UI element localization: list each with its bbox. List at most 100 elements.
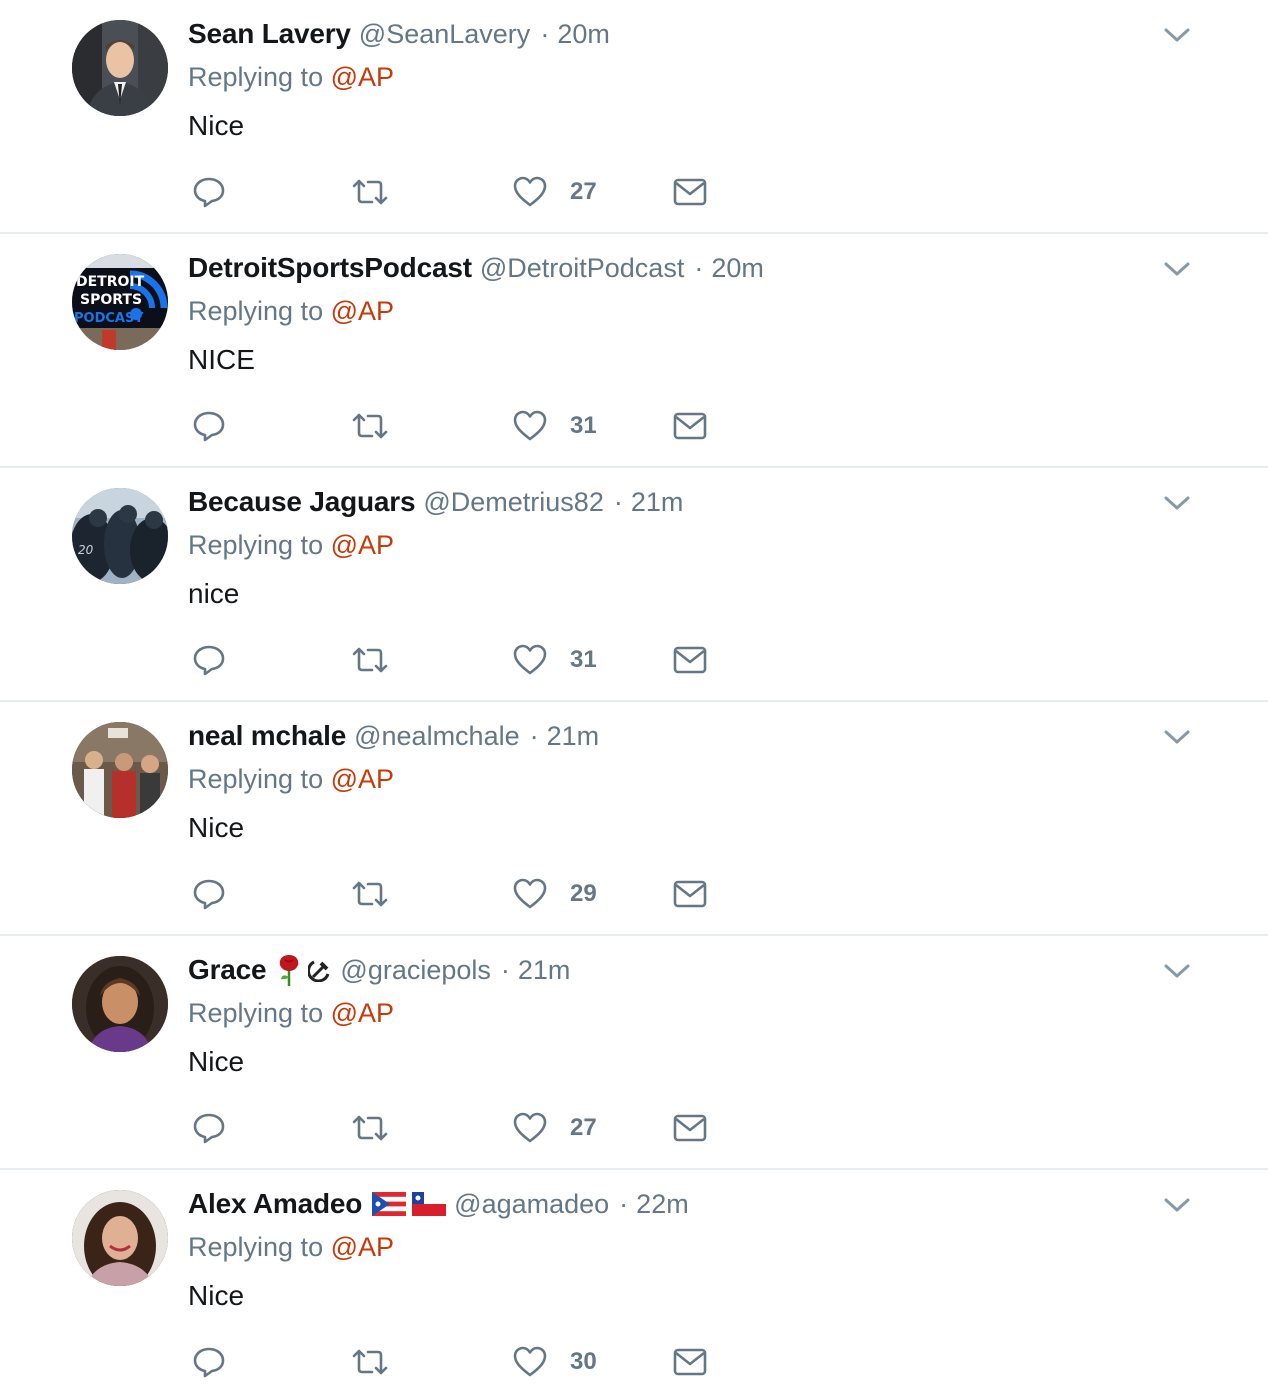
- reply-context: Replying to @AP: [188, 998, 394, 1029]
- reply-icon: [193, 1347, 225, 1378]
- reply-mention-link[interactable]: @AP: [331, 62, 394, 92]
- avatar[interactable]: 20: [72, 488, 168, 584]
- username[interactable]: @nealmchale: [354, 721, 520, 752]
- chevron-down-icon[interactable]: [1160, 488, 1194, 518]
- retweet-icon: [352, 881, 388, 907]
- rose-emoji: [276, 953, 302, 987]
- like-count: 27: [570, 178, 597, 205]
- retweet-icon: [352, 1115, 388, 1141]
- display-name[interactable]: DetroitSportsPodcast: [188, 252, 472, 284]
- reply-prefix: Replying to: [188, 998, 324, 1028]
- chevron-down-icon[interactable]: [1160, 1190, 1194, 1220]
- reply-button[interactable]: [192, 1342, 226, 1382]
- display-name[interactable]: Alex Amadeo: [188, 1188, 362, 1220]
- retweet-button[interactable]: [350, 874, 390, 914]
- direct-message-button[interactable]: [672, 1108, 708, 1148]
- timestamp[interactable]: 22m: [636, 1189, 689, 1220]
- tweet-actions: 27: [188, 1108, 748, 1148]
- hammer-sickle-emoji: [308, 958, 332, 982]
- separator-dot: ·: [529, 720, 539, 751]
- retweet-button[interactable]: [350, 1342, 390, 1382]
- reply-button[interactable]: [192, 640, 226, 680]
- reply-button[interactable]: [192, 874, 226, 914]
- tweet[interactable]: Alex Amadeo @agamadeo · 22m Replying to …: [0, 1170, 1268, 1392]
- reply-mention-link[interactable]: @AP: [331, 998, 394, 1028]
- reply-icon: [193, 1113, 225, 1144]
- reply-button[interactable]: [192, 406, 226, 446]
- reply-prefix: Replying to: [188, 296, 324, 326]
- timestamp[interactable]: 21m: [518, 955, 571, 986]
- timestamp[interactable]: 20m: [557, 19, 610, 50]
- reply-icon: [193, 879, 225, 910]
- envelope-icon: [673, 1114, 707, 1142]
- avatar[interactable]: DETROIT SPORTS PODCAST: [72, 254, 168, 350]
- avatar[interactable]: [72, 1190, 168, 1286]
- reply-button[interactable]: [192, 172, 226, 212]
- retweet-button[interactable]: [350, 406, 390, 446]
- reply-button[interactable]: [192, 1108, 226, 1148]
- direct-message-button[interactable]: [672, 874, 708, 914]
- svg-text:20: 20: [78, 543, 94, 557]
- retweet-icon: [352, 1349, 388, 1375]
- username[interactable]: @graciepols: [340, 955, 490, 986]
- puerto-rico-flag-emoji: [372, 1192, 407, 1216]
- chevron-down-icon[interactable]: [1160, 956, 1194, 986]
- reply-prefix: Replying to: [188, 62, 324, 92]
- reply-icon: [193, 411, 225, 442]
- username[interactable]: @Demetrius82: [423, 487, 603, 518]
- tweet-text: Nice: [188, 110, 245, 141]
- separator-dot: ·: [540, 18, 550, 49]
- reply-prefix: Replying to: [188, 1232, 324, 1262]
- direct-message-button[interactable]: [672, 172, 708, 212]
- direct-message-button[interactable]: [672, 1342, 708, 1382]
- username[interactable]: @SeanLavery: [359, 19, 531, 50]
- like-count: 29: [570, 880, 597, 907]
- chevron-down-icon[interactable]: [1160, 254, 1194, 284]
- like-button[interactable]: 29: [512, 874, 597, 914]
- reply-mention-link[interactable]: @AP: [331, 296, 394, 326]
- tweet[interactable]: DETROIT SPORTS PODCAST DetroitSportsPodc…: [0, 234, 1268, 468]
- reply-mention-link[interactable]: @AP: [331, 1232, 394, 1262]
- timestamp[interactable]: 20m: [711, 253, 764, 284]
- retweet-button[interactable]: [350, 1108, 390, 1148]
- direct-message-button[interactable]: [672, 640, 708, 680]
- username[interactable]: @agamadeo: [454, 1189, 609, 1220]
- avatar[interactable]: [72, 722, 168, 818]
- envelope-icon: [673, 1348, 707, 1376]
- display-name[interactable]: Sean Lavery: [188, 18, 351, 50]
- reply-mention-link[interactable]: @AP: [331, 530, 394, 560]
- avatar-group-photo-icon: [72, 722, 168, 818]
- reply-prefix: Replying to: [188, 764, 324, 794]
- retweet-button[interactable]: [350, 172, 390, 212]
- avatar-football-crowd-icon: 20: [72, 488, 168, 584]
- username[interactable]: @DetroitPodcast: [480, 253, 685, 284]
- chile-flag-emoji: [412, 1192, 447, 1216]
- heart-icon: [513, 410, 547, 441]
- direct-message-button[interactable]: [672, 406, 708, 446]
- envelope-icon: [673, 178, 707, 206]
- display-name[interactable]: Grace: [188, 954, 267, 986]
- avatar[interactable]: [72, 20, 168, 116]
- reply-mention-link[interactable]: @AP: [331, 764, 394, 794]
- tweet[interactable]: Sean Lavery @SeanLavery · 20m Replying t…: [0, 0, 1268, 234]
- tweet[interactable]: Grace @graciepols · 21m Replying to @AP …: [0, 936, 1268, 1170]
- avatar[interactable]: [72, 956, 168, 1052]
- retweet-button[interactable]: [350, 640, 390, 680]
- chevron-down-icon[interactable]: [1160, 20, 1194, 50]
- timestamp[interactable]: 21m: [547, 721, 600, 752]
- like-count: 27: [570, 1114, 597, 1141]
- tweet[interactable]: neal mchale @nealmchale · 21m Replying t…: [0, 702, 1268, 936]
- avatar-man-suit-icon: [72, 20, 168, 116]
- chevron-down-icon[interactable]: [1160, 722, 1194, 752]
- like-button[interactable]: 27: [512, 1108, 597, 1148]
- like-button[interactable]: 27: [512, 172, 597, 212]
- display-name[interactable]: neal mchale: [188, 720, 346, 752]
- like-button[interactable]: 30: [512, 1342, 597, 1382]
- tweet-header: Grace @graciepols · 21m: [188, 950, 570, 990]
- like-button[interactable]: 31: [512, 406, 597, 446]
- tweet[interactable]: 20 Because Jaguars @Demetrius82 · 21m Re…: [0, 468, 1268, 702]
- like-button[interactable]: 31: [512, 640, 597, 680]
- envelope-icon: [673, 646, 707, 674]
- display-name[interactable]: Because Jaguars: [188, 486, 416, 518]
- timestamp[interactable]: 21m: [631, 487, 684, 518]
